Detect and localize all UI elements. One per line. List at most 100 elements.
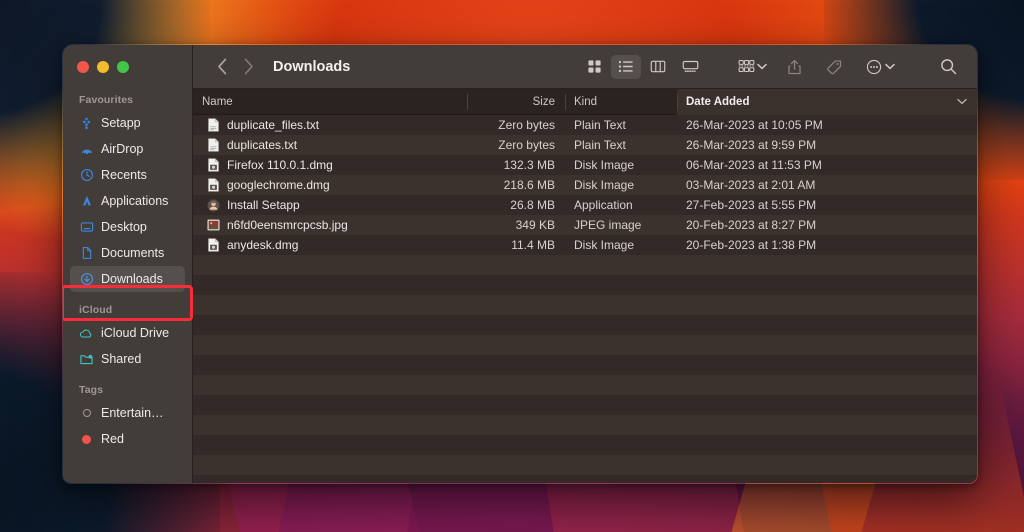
sidebar-item-label: AirDrop (101, 142, 144, 156)
gallery-view-button[interactable] (675, 55, 705, 79)
column-header-label: Size (532, 95, 555, 108)
sidebar-item-downloads[interactable]: Downloads (70, 266, 185, 292)
file-size: 26.8 MB (510, 198, 555, 212)
airdrop-icon (79, 142, 94, 157)
sidebar-item-label: iCloud Drive (101, 326, 170, 340)
file-name-cell: Install Setapp (193, 198, 467, 213)
file-date-added: 06-Mar-2023 at 11:53 PM (686, 158, 822, 172)
search-button[interactable] (933, 55, 963, 79)
sidebar-item-desktop[interactable]: Desktop (70, 214, 185, 240)
file-kind: JPEG image (574, 218, 642, 232)
group-by-chevron-down-icon[interactable] (757, 63, 767, 70)
column-header-label: Name (202, 95, 233, 108)
desktop-icon (79, 220, 94, 235)
file-name-cell: duplicate_files.txt (193, 118, 467, 133)
sidebar-item-shared[interactable]: Shared (70, 346, 185, 372)
sidebar-item-airdrop[interactable]: AirDrop (70, 136, 185, 162)
minimize-button[interactable] (97, 61, 109, 73)
forward-button[interactable] (235, 58, 261, 75)
share-button[interactable] (779, 55, 809, 79)
tags-button[interactable] (819, 55, 849, 79)
icloud-drive-icon (79, 326, 94, 341)
file-size: 349 KB (515, 218, 555, 232)
column-header-label: Kind (574, 95, 598, 108)
back-button[interactable] (209, 58, 235, 75)
file-date-added: 03-Mar-2023 at 2:01 AM (686, 178, 816, 192)
file-name: Install Setapp (227, 198, 300, 212)
column-header-kind[interactable]: Kind (565, 89, 677, 115)
sidebar-item-documents[interactable]: Documents (70, 240, 185, 266)
shared-folder-icon (79, 352, 94, 367)
column-header-date-added[interactable]: Date Added (677, 88, 977, 115)
file-list[interactable]: duplicate_files.txt Zero bytes Plain Tex… (193, 115, 977, 483)
sidebar-item-label: Entertain… (101, 406, 164, 420)
table-row[interactable]: duplicate_files.txt Zero bytes Plain Tex… (193, 115, 977, 135)
sidebar-item-label: Desktop (101, 220, 147, 234)
page-title: Downloads (273, 58, 351, 75)
setapp-installer-icon (207, 198, 220, 213)
sidebar-item-label: Red (101, 432, 124, 446)
table-row[interactable]: googlechrome.dmg 218.6 MB Disk Image 03-… (193, 175, 977, 195)
file-name-cell: duplicates.txt (193, 138, 467, 153)
list-view-button[interactable] (611, 54, 641, 79)
tag-dot-icon (79, 432, 94, 447)
sidebar-item-setapp[interactable]: Setapp (70, 110, 185, 136)
file-kind: Disk Image (574, 158, 635, 172)
table-row-empty (193, 375, 977, 395)
file-kind: Plain Text (574, 118, 626, 132)
sidebar-item-tag-red[interactable]: Red (70, 426, 185, 452)
file-name: anydesk.dmg (227, 238, 299, 252)
sidebar-item-label: Applications (101, 194, 169, 208)
sidebar-item-label: Documents (101, 246, 165, 260)
table-row-empty (193, 275, 977, 295)
close-button[interactable] (77, 61, 89, 73)
finder-window: Favourites Setapp AirDrop Recents Applic… (62, 44, 978, 484)
file-date-added: 26-Mar-2023 at 10:05 PM (686, 118, 823, 132)
file-size: 218.6 MB (503, 178, 555, 192)
table-row-empty (193, 415, 977, 435)
content-area: Downloads Name Size Kind Date Added dupl… (193, 45, 977, 483)
sidebar-item-recents[interactable]: Recents (70, 162, 185, 188)
sidebar: Favourites Setapp AirDrop Recents Applic… (63, 45, 193, 483)
sidebar-section-tags-title: Tags (79, 384, 104, 396)
text-file-icon (207, 118, 220, 133)
column-header-label: Date Added (686, 95, 750, 108)
sidebar-item-applications[interactable]: Applications (70, 188, 185, 214)
table-row-empty (193, 435, 977, 455)
table-row[interactable]: n6fd0eensmrcpcsb.jpg 349 KB JPEG image 2… (193, 215, 977, 235)
file-kind: Disk Image (574, 178, 635, 192)
maximize-button[interactable] (117, 61, 129, 73)
table-row[interactable]: Firefox 110.0.1.dmg 132.3 MB Disk Image … (193, 155, 977, 175)
sidebar-item-icloud-drive[interactable]: iCloud Drive (70, 320, 185, 346)
file-name-cell: n6fd0eensmrcpcsb.jpg (193, 218, 467, 233)
file-name: duplicates.txt (227, 138, 298, 152)
file-name: googlechrome.dmg (227, 178, 330, 192)
sort-chevron-down-icon (957, 97, 967, 107)
more-actions-chevron-down-icon[interactable] (885, 63, 895, 70)
sidebar-item-tag-entertainment[interactable]: Entertain… (70, 400, 185, 426)
documents-icon (79, 246, 94, 261)
table-row[interactable]: duplicates.txt Zero bytes Plain Text 26-… (193, 135, 977, 155)
column-header-name[interactable]: Name (193, 89, 467, 115)
text-file-icon (207, 138, 220, 153)
disk-image-file-icon (207, 238, 220, 253)
table-row-empty (193, 335, 977, 355)
table-row-empty (193, 455, 977, 475)
column-view-button[interactable] (643, 55, 673, 79)
column-header-size[interactable]: Size (467, 89, 565, 115)
table-row[interactable]: anydesk.dmg 11.4 MB Disk Image 20-Feb-20… (193, 235, 977, 255)
applications-icon (79, 194, 94, 209)
table-row[interactable]: Install Setapp 26.8 MB Application 27-Fe… (193, 195, 977, 215)
downloads-icon (79, 272, 94, 287)
file-name-cell: Firefox 110.0.1.dmg (193, 158, 467, 173)
icon-view-button[interactable] (579, 55, 609, 79)
sidebar-section-icloud-title: iCloud (79, 304, 113, 316)
sidebar-section-favourites-title: Favourites (79, 94, 134, 106)
file-kind: Plain Text (574, 138, 626, 152)
file-name: Firefox 110.0.1.dmg (227, 158, 333, 172)
file-name-cell: anydesk.dmg (193, 238, 467, 253)
sidebar-item-label: Setapp (101, 116, 141, 130)
file-size: 132.3 MB (503, 158, 555, 172)
file-kind: Disk Image (574, 238, 635, 252)
file-date-added: 27-Feb-2023 at 5:55 PM (686, 198, 817, 212)
